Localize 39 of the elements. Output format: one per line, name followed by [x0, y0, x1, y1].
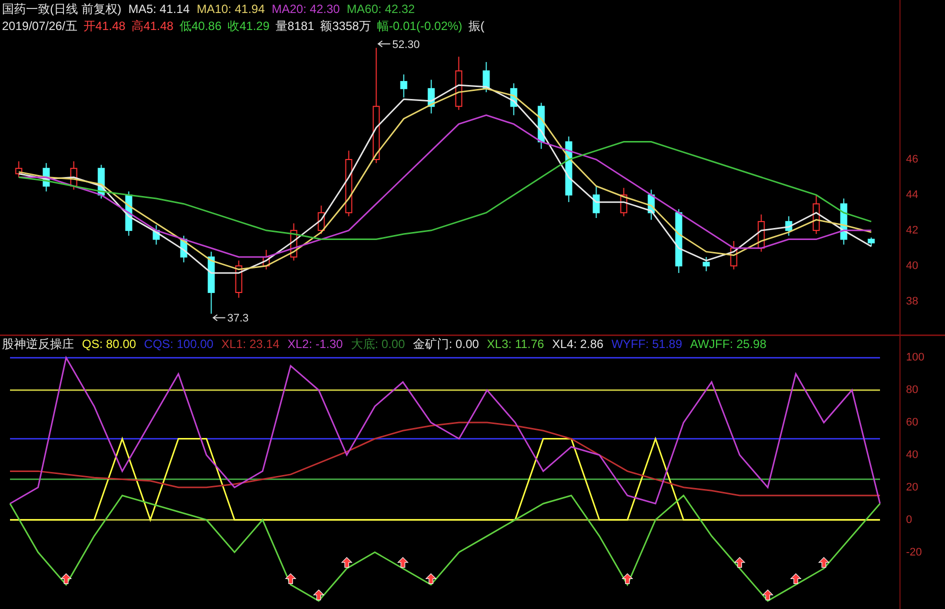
quote-value: 收41.29	[228, 18, 270, 35]
stock-title: 国药一致(日线 前复权)	[2, 1, 122, 18]
axis-tick-label: 80	[906, 384, 918, 396]
indicator-value: XL4: 2.86	[552, 336, 604, 353]
axis-tick-label: 40	[906, 448, 918, 461]
axis-tick-label: 20	[906, 481, 918, 494]
indicator-value: 金矿门: 0.00	[412, 336, 479, 353]
date-label: 2019/07/26/五	[2, 18, 78, 35]
indicator-value: WYFF: 51.89	[611, 336, 682, 353]
indicator-value: XL3: 11.76	[486, 336, 544, 353]
quote-value: 高41.48	[131, 18, 174, 35]
axis-tick-label: 42	[906, 224, 918, 236]
quote-value: 振(	[468, 18, 484, 35]
quote-value: 低40.86	[179, 18, 222, 35]
quote-value: 额3358万	[320, 18, 371, 35]
indicator-title: 股神逆反操庄	[2, 336, 74, 353]
axis-tick-label: 60	[906, 416, 918, 429]
quote-value: 开41.48	[83, 18, 126, 35]
axis-tick-label: 40	[906, 260, 918, 272]
axis-tick-label: 46	[906, 154, 918, 166]
ma-value: MA20: 42.30	[272, 1, 340, 18]
indicator-value: XL1: 23.14	[221, 336, 280, 353]
indicator-value: CQS: 100.00	[144, 336, 214, 353]
price-marker-label: 52.30	[392, 38, 420, 51]
price-marker-label: 37.3	[227, 312, 249, 325]
indicator-value: QS: 80.00	[82, 336, 136, 353]
indicator-value: AWJFF: 25.98	[690, 336, 766, 353]
ma-value: MA10: 41.94	[196, 1, 265, 18]
axis-tick-label: 100	[906, 352, 924, 364]
indicator-value: 大底: 0.00	[350, 336, 405, 353]
axis-tick-label: 38	[906, 295, 918, 308]
indicator-value: XL2: -1.30	[287, 336, 343, 353]
axis-tick-label: 0	[906, 514, 912, 526]
axis-tick-label: -20	[906, 546, 922, 558]
axis-tick-label: 44	[906, 188, 918, 201]
quote-value: 幅-0.01(-0.02%)	[376, 18, 462, 35]
quote-value: 量8181	[276, 18, 314, 35]
ma-value: MA60: 42.32	[346, 1, 415, 18]
ma-value: MA5: 41.14	[128, 1, 190, 18]
